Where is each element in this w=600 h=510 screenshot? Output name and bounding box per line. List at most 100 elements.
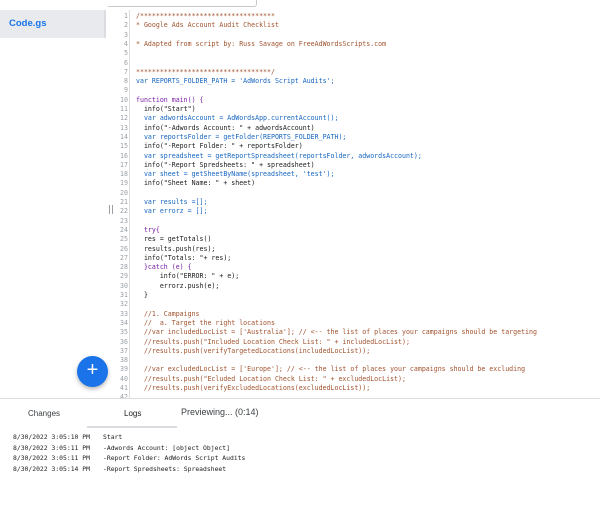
code-line[interactable]: 23 xyxy=(114,217,600,226)
code-line[interactable]: 7 **********************************/ xyxy=(114,68,600,77)
code-line[interactable]: 6 xyxy=(114,59,600,68)
line-number: 28 xyxy=(120,263,128,272)
file-sidebar: Code.gs xyxy=(0,0,108,398)
code-line[interactable]: 41 //results.push(verifyExcludedLocation… xyxy=(114,384,600,393)
line-number: 26 xyxy=(120,244,128,253)
code-line[interactable]: 30 errorz.push(e); xyxy=(114,282,600,291)
code-text: function main() { xyxy=(136,95,204,104)
code-line[interactable]: 1 /********************************** xyxy=(114,12,600,21)
code-line[interactable]: 11 info("Start") xyxy=(114,105,600,114)
code-line[interactable]: 27 info("Totals: "+ res); xyxy=(114,254,600,263)
code-line[interactable]: 10 function main() { xyxy=(114,96,600,105)
line-number: 24 xyxy=(120,225,128,234)
line-number: 8 xyxy=(124,77,128,86)
code-line[interactable]: 36 //results.push("Included Location Che… xyxy=(114,338,600,347)
line-number: 39 xyxy=(120,365,128,374)
code-text: var results =[]; xyxy=(136,198,208,206)
code-line[interactable]: 12 var adwordsAccount = AdWordsApp.curre… xyxy=(114,114,600,123)
bottom-panel-tabs: Changes Logs Previewing... (0:14) xyxy=(0,398,600,428)
code-text: info("Sheet Name: " + sheet) xyxy=(136,179,256,188)
preview-status: Previewing... (0:14) xyxy=(181,407,259,417)
code-line[interactable]: 3 xyxy=(114,31,600,40)
log-entry: 8/30/2022 3:05:11 PM -Adwords Account: [o… xyxy=(13,443,230,453)
line-number: 3 xyxy=(124,30,128,39)
code-text: **********************************/ xyxy=(136,67,275,76)
code-text: /********************************** xyxy=(136,12,275,20)
code-text: }catch (e) { xyxy=(136,263,192,272)
code-line[interactable]: 29 info("ERROR: " + e); xyxy=(114,272,600,281)
code-line[interactable]: 18 var sheet = getSheetByName(spreadshee… xyxy=(114,170,600,179)
log-output: 8/30/2022 3:05:10 PM Start 8/30/2022 3:05:… xyxy=(0,428,600,510)
line-number: 29 xyxy=(120,272,128,281)
code-line[interactable]: 25 res = getTotals() xyxy=(114,235,600,244)
file-name-label: Code.gs xyxy=(9,18,47,29)
code-line[interactable]: 26 results.push(res); xyxy=(114,245,600,254)
log-entry: 8/30/2022 3:05:11 PM -Report Folder: AdWo… xyxy=(13,453,245,463)
code-text: //1. Campaigns xyxy=(136,309,200,318)
code-text: } xyxy=(136,291,148,299)
line-number: 37 xyxy=(120,346,128,355)
code-line[interactable]: 4 * Adapted from script by: Russ Savage o… xyxy=(114,40,600,49)
code-line[interactable]: 9 xyxy=(114,86,600,95)
code-line[interactable]: 21 var results =[]; xyxy=(114,198,600,207)
log-entry: 8/30/2022 3:05:10 PM Start xyxy=(13,432,122,442)
line-number: 13 xyxy=(120,123,128,132)
code-line[interactable]: 15 info("-Report Folder: " + reportsFold… xyxy=(114,142,600,151)
code-line[interactable]: 8 var REPORTS_FOLDER_PATH = 'AdWords Scri… xyxy=(114,77,600,86)
code-text: //results.push("Ecluded Location Check L… xyxy=(136,374,406,383)
add-file-button[interactable]: + xyxy=(77,356,108,387)
code-text: //results.push(verifyExcludedLocations(e… xyxy=(136,384,371,392)
code-line[interactable]: 17 info("-Report Spredsheets: " + spread… xyxy=(114,161,600,170)
code-text: info("ERROR: " + e); xyxy=(136,272,240,281)
line-number: 27 xyxy=(120,253,128,262)
code-line[interactable]: 38 xyxy=(114,356,600,365)
line-number: 23 xyxy=(120,216,128,225)
code-text: var REPORTS_FOLDER_PATH = 'AdWords Scrip… xyxy=(136,77,335,86)
code-text: * Google Ads Account Audit Checklist xyxy=(136,21,279,30)
code-line[interactable]: 5 xyxy=(114,49,600,58)
code-line[interactable]: 33 //1. Campaigns xyxy=(114,310,600,319)
code-text: info("-Report Folder: " + reportsFolder) xyxy=(136,142,303,151)
code-line[interactable]: 40 //results.push("Ecluded Location Chec… xyxy=(114,375,600,384)
line-number: 17 xyxy=(120,160,128,169)
line-number: 6 xyxy=(124,58,128,67)
code-text: info("-Adwords Account: " + adwordsAccou… xyxy=(136,123,315,132)
code-line[interactable]: 31 } xyxy=(114,291,600,300)
code-line[interactable]: 34 // a. Target the right locations xyxy=(114,319,600,328)
tab-changes[interactable]: Changes xyxy=(28,409,60,418)
line-number: 16 xyxy=(120,151,128,160)
log-timestamp: 8/30/2022 3:05:11 PM xyxy=(13,443,90,452)
code-editor[interactable]: 1 /********************************** 2 * G… xyxy=(114,10,600,398)
log-timestamp: 8/30/2022 3:05:10 PM xyxy=(13,433,90,441)
log-message: -Report Folder: AdWords Script Audits xyxy=(103,454,246,462)
code-line[interactable]: 28 }catch (e) { xyxy=(114,263,600,272)
code-text: var sheet = getSheetByName(spreadsheet, … xyxy=(136,170,335,179)
code-line[interactable]: 22 var errorz = []; xyxy=(114,207,600,216)
code-line[interactable]: 37 //results.push(verifyTargetedLocation… xyxy=(114,347,600,356)
code-line[interactable]: 35 //var includedLocList = ['Australia']… xyxy=(114,328,600,337)
code-line[interactable]: 24 try{ xyxy=(114,226,600,235)
code-text: //results.push(verifyTargetedLocations(i… xyxy=(136,346,371,355)
line-number: 15 xyxy=(120,142,128,151)
line-number: 19 xyxy=(120,179,128,188)
code-line[interactable]: 39 //var excludedLocList = ['Europe']; /… xyxy=(114,365,600,374)
line-number: 20 xyxy=(120,188,128,197)
line-number: 18 xyxy=(120,170,128,179)
code-line[interactable]: 20 xyxy=(114,189,600,198)
code-text: //var excludedLocList = ['Europe']; // <… xyxy=(136,365,526,374)
line-number: 12 xyxy=(120,114,128,123)
code-text: //results.push("Included Location Check … xyxy=(136,337,410,346)
line-number: 25 xyxy=(120,235,128,244)
code-line[interactable]: 14 var reportsFolder = getFolder(REPORTS… xyxy=(114,133,600,142)
code-text: info("-Report Spredsheets: " + spreadshe… xyxy=(136,160,315,169)
code-line[interactable]: 32 xyxy=(114,300,600,309)
code-line[interactable]: 2 * Google Ads Account Audit Checklist xyxy=(114,21,600,30)
tab-logs[interactable]: Logs xyxy=(124,409,141,418)
log-message: -Report Spredsheets: Spreadsheet xyxy=(103,464,227,473)
code-line[interactable]: 19 info("Sheet Name: " + sheet) xyxy=(114,179,600,188)
file-item-code-gs[interactable]: Code.gs xyxy=(0,10,106,38)
code-line[interactable]: 16 var spreadsheet = getReportSpreadshee… xyxy=(114,152,600,161)
line-number: 33 xyxy=(120,309,128,318)
code-line[interactable]: 13 info("-Adwords Account: " + adwordsAc… xyxy=(114,124,600,133)
line-number: 22 xyxy=(120,207,128,216)
